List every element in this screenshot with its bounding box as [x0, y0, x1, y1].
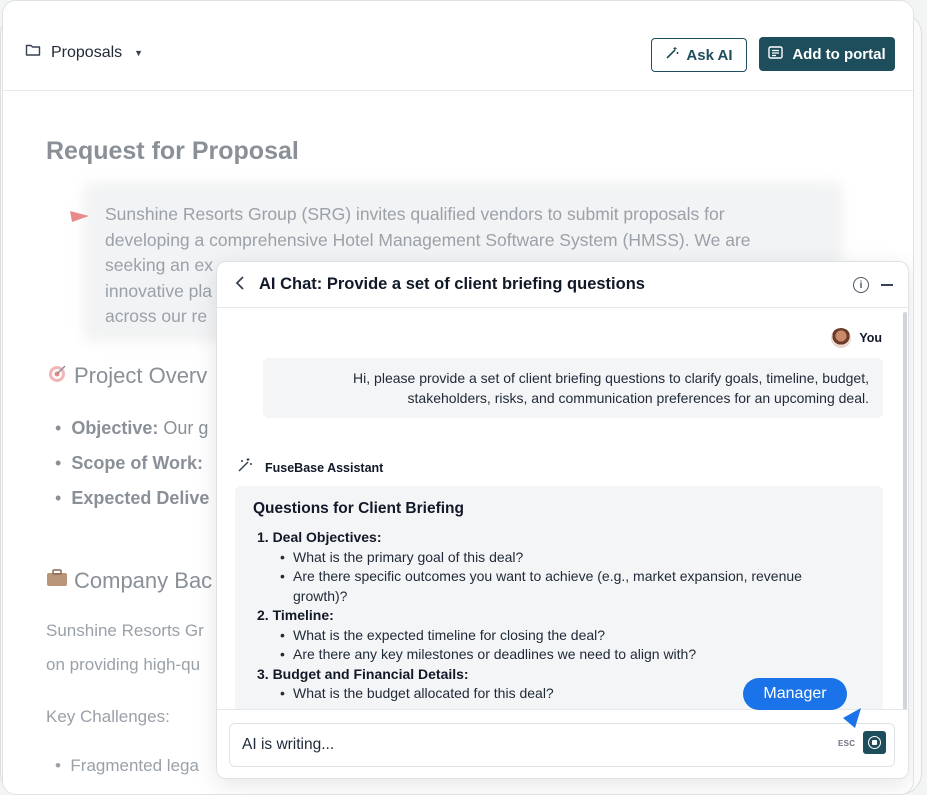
question-section-title: 2. Timeline:	[257, 607, 334, 623]
info-icon[interactable]: i	[853, 277, 869, 293]
ai-chat-panel: AI Chat: Provide a set of client briefin…	[216, 261, 909, 779]
briefcase-icon	[46, 568, 68, 594]
list-item: Are there any key milestones or deadline…	[280, 645, 865, 665]
list-item: • Fragmented lega	[55, 756, 199, 775]
add-to-portal-button[interactable]: Add to portal	[759, 37, 895, 71]
assistant-wand-icon	[237, 457, 253, 478]
list-item-continuation: growth)?	[293, 587, 348, 604]
list-item: What is the primary goal of this deal?	[280, 548, 865, 568]
company-paragraph-line: on providing high-qu	[46, 655, 201, 674]
esc-hint: ESC	[838, 739, 856, 748]
document-window: Proposals ▼ Ask AI Add to portal Request…	[2, 0, 914, 795]
company-paragraph-line: Sunshine Resorts Gr	[46, 621, 204, 640]
project-overview-heading: Project Overv	[46, 362, 207, 390]
caret-down-icon: ▼	[134, 47, 144, 58]
ask-ai-label: Ask AI	[686, 46, 733, 64]
response-heading: Questions for Client Briefing	[253, 500, 464, 517]
chat-title: AI Chat: Provide a set of client briefin…	[259, 275, 645, 293]
chat-input-area: AI is writing...	[217, 709, 908, 778]
top-bar: Proposals ▼ Ask AI Add to portal	[3, 1, 913, 91]
list-item: What is the expected timeline for closin…	[280, 626, 865, 646]
collaborator-cursor-label: Manager	[743, 678, 847, 710]
question-section-title: 1. Deal Objectives:	[257, 529, 382, 545]
target-icon	[46, 362, 68, 390]
user-message: Hi, please provide a set of client brief…	[263, 358, 883, 418]
stop-generation-button[interactable]	[863, 731, 886, 754]
minimize-icon[interactable]	[881, 284, 893, 286]
list-item: • Expected Delive	[55, 488, 210, 508]
add-to-portal-label: Add to portal	[792, 45, 886, 63]
back-chevron-icon[interactable]	[235, 275, 245, 296]
portal-icon	[768, 45, 784, 63]
flag-icon	[69, 209, 91, 230]
folder-breadcrumb[interactable]: Proposals ▼	[25, 43, 143, 62]
magic-wand-icon	[665, 46, 679, 64]
user-name: You	[859, 331, 882, 345]
user-message-header: You	[831, 328, 882, 348]
assistant-message-header: FuseBase Assistant	[237, 457, 383, 478]
document-title: Request for Proposal	[46, 137, 299, 165]
cursor-pointer-icon	[841, 706, 863, 735]
ask-ai-button[interactable]: Ask AI	[651, 38, 747, 72]
list-item: • Scope of Work:	[55, 453, 203, 473]
stop-icon	[868, 736, 881, 749]
avatar	[831, 328, 852, 348]
chat-input[interactable]: AI is writing...	[229, 723, 895, 767]
key-challenges-label: Key Challenges:	[46, 707, 170, 726]
chat-header: AI Chat: Provide a set of client briefin…	[217, 262, 908, 308]
assistant-name: FuseBase Assistant	[265, 460, 384, 475]
folder-label: Proposals	[51, 43, 123, 61]
folder-icon	[25, 43, 41, 62]
list-item: • Objective: Our g	[55, 418, 209, 438]
company-background-heading: Company Bac	[46, 568, 212, 594]
chat-scrollbar[interactable]	[903, 312, 907, 712]
list-item: Are there specific outcomes you want to …	[280, 567, 865, 587]
